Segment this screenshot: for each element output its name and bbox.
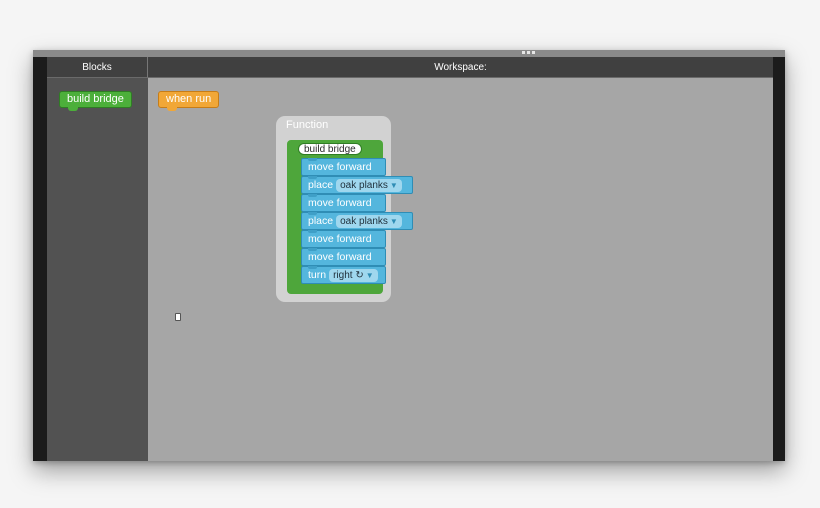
dropdown-value: oak planks <box>340 179 388 191</box>
block-dropdown[interactable]: right ↻ ▼ <box>329 268 378 282</box>
blockly-app: build bridge Blocks Workspace: when run … <box>47 57 773 461</box>
dropdown-arrow-icon: ▼ <box>365 270 374 280</box>
dropdown-value: oak planks <box>340 215 388 227</box>
statement-move-forward-1[interactable]: move forward <box>301 158 386 176</box>
when-run-block[interactable]: when run <box>158 91 220 111</box>
dropdown-arrow-icon: ▼ <box>389 216 398 226</box>
statement-label: move forward <box>308 197 372 209</box>
toolbox-block-build-bridge[interactable]: build bridge <box>59 91 132 111</box>
statement-place-2[interactable]: place oak planks ▼ <box>301 212 413 230</box>
workspace-header: Workspace: <box>148 57 773 78</box>
dropdown-value: right ↻ <box>333 269 364 281</box>
statement-label: move forward <box>308 251 372 263</box>
statement-label: place <box>308 179 334 191</box>
statement-label: place <box>308 215 334 227</box>
statement-move-forward-3[interactable]: move forward <box>301 230 386 248</box>
mouse-cursor-icon <box>175 313 181 321</box>
blocks-toolbox: build bridge <box>47 57 148 461</box>
drag-grip-icon[interactable] <box>521 50 535 55</box>
statement-label: move forward <box>308 233 372 245</box>
window-top-bar <box>33 50 785 57</box>
statement-move-forward-2[interactable]: move forward <box>301 194 386 212</box>
statement-move-forward-4[interactable]: move forward <box>301 248 386 266</box>
app-frame: build bridge Blocks Workspace: when run … <box>33 50 785 461</box>
block-dropdown[interactable]: oak planks ▼ <box>336 178 402 192</box>
dropdown-arrow-icon: ▼ <box>389 180 398 190</box>
statement-label: turn <box>308 269 327 281</box>
function-editor: Function build bridge move forward place… <box>276 116 413 302</box>
function-name-field[interactable]: build bridge <box>298 143 362 155</box>
statement-turn[interactable]: turn right ↻ ▼ <box>301 266 386 284</box>
blocks-header: Blocks <box>47 57 148 78</box>
block-dropdown[interactable]: oak planks ▼ <box>336 214 402 228</box>
function-title: Function <box>286 119 329 131</box>
statement-place-1[interactable]: place oak planks ▼ <box>301 176 413 194</box>
statement-label: move forward <box>308 161 372 173</box>
